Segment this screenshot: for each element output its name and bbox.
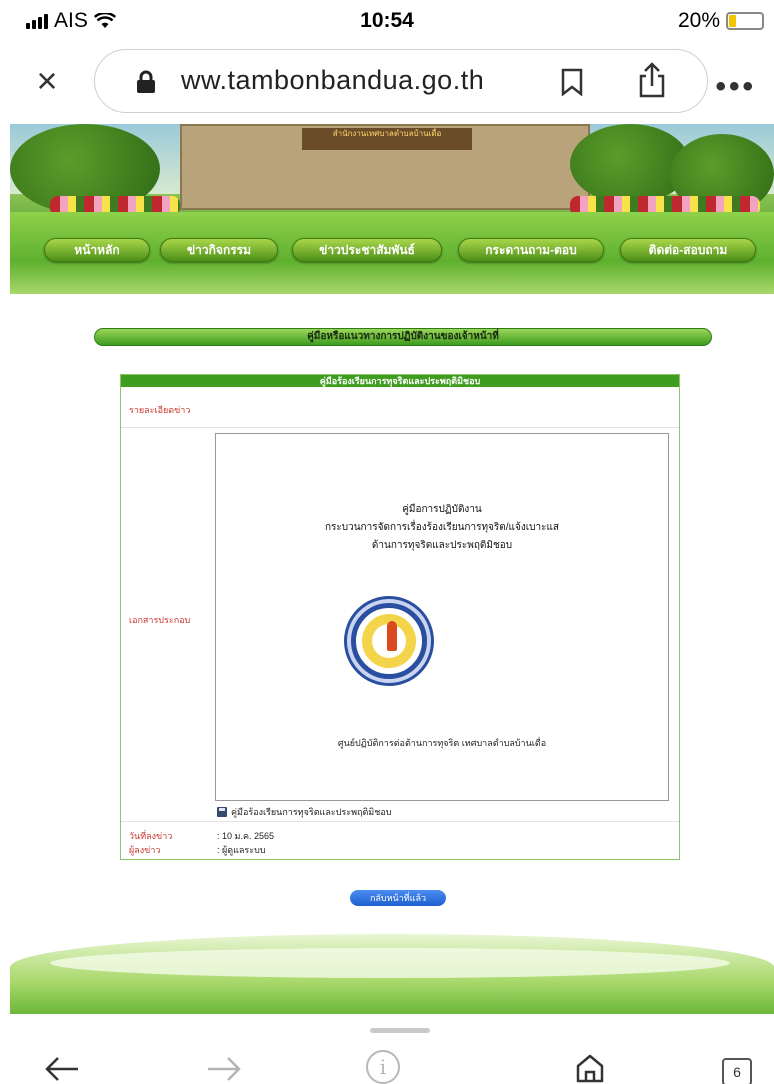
nav-announcements[interactable]: ข่าวประชาสัมพันธ์: [292, 238, 442, 262]
status-bar: AIS 10:54 20%: [0, 0, 774, 42]
site-footer-highlight: [50, 948, 730, 978]
battery-icon: [726, 12, 764, 30]
author-value: : ผู้ดูแลระบบ: [217, 845, 266, 855]
battery-percent: 20%: [677, 9, 720, 32]
section-title: คู่มือหรือแนวทางการปฏิบัติงานของเจ้าหน้า…: [94, 328, 712, 346]
close-icon[interactable]: ×: [30, 63, 64, 99]
attachment-file-name: คู่มือร้องเรียนการทุจริตและประพฤติมิชอบ: [231, 807, 392, 817]
floppy-disk-icon: [217, 807, 227, 817]
nav-home[interactable]: หน้าหลัก: [44, 238, 150, 262]
page-info-icon[interactable]: i: [366, 1050, 400, 1084]
author-label: ผู้ลงข่าว: [129, 845, 161, 855]
site-banner: สำนักงานเทศบาลตำบลบ้านเดื่อ หน้าหลัก ข่า…: [10, 124, 774, 294]
home-icon[interactable]: [574, 1052, 606, 1084]
tabs-count-button[interactable]: 6: [722, 1058, 752, 1084]
toolbar-handle[interactable]: [370, 1028, 430, 1033]
page-content: คู่มือหรือแนวทางการปฏิบัติงานของเจ้าหน้า…: [10, 294, 774, 1014]
more-icon[interactable]: •••: [715, 70, 756, 104]
seal-flame: [387, 621, 397, 651]
document-footer: ศูนย์ปฏิบัติการต่อต้านการทุจริต เทศบาลตำ…: [337, 738, 547, 748]
news-table-title: คู่มือร้องเรียนการทุจริตและประพฤติมิชอบ: [121, 375, 679, 387]
attachment-label: เอกสารประกอบ: [129, 615, 191, 625]
back-arrow-icon[interactable]: [44, 1054, 80, 1084]
municipality-seal-icon: [344, 596, 434, 686]
share-icon[interactable]: [637, 62, 667, 98]
news-table: คู่มือร้องเรียนการทุจริตและประพฤติมิชอบ …: [120, 374, 680, 860]
clock: 10:54: [360, 9, 414, 32]
date-label: วันที่ลงข่าว: [129, 831, 173, 841]
nav-activities[interactable]: ข่าวกิจกรรม: [160, 238, 278, 262]
forward-arrow-icon[interactable]: [206, 1054, 242, 1084]
document-preview[interactable]: คู่มือการปฏิบัติงาน กระบวนการจัดการเรื่อ…: [215, 433, 669, 801]
battery-fill: [729, 15, 736, 27]
nav-contact[interactable]: ติดต่อ-สอบถาม: [620, 238, 756, 262]
status-right: 20%: [678, 9, 764, 33]
attachment-link[interactable]: คู่มือร้องเรียนการทุจริตและประพฤติมิชอบ: [217, 805, 391, 819]
document-line-2: กระบวนการจัดการเรื่องร้องเรียนการทุจริต/…: [324, 522, 560, 533]
url-field[interactable]: ww.tambonbandua.go.th: [94, 49, 708, 113]
row-divider: [121, 821, 679, 822]
nav-qa-board[interactable]: กระดานถาม-ตอบ: [458, 238, 604, 262]
date-value: : 10 ม.ค. 2565: [217, 831, 274, 841]
document-line-3: ด้านการทุจริตและประพฤติมิชอบ: [371, 540, 513, 551]
lock-icon: [137, 70, 155, 93]
url-text: ww.tambonbandua.go.th: [181, 65, 485, 95]
detail-label: รายละเอียดข่าว: [129, 405, 191, 415]
row-divider: [121, 427, 679, 428]
building-sign: สำนักงานเทศบาลตำบลบ้านเดื่อ: [302, 128, 472, 150]
address-bar-row: × ww.tambonbandua.go.th •••: [0, 46, 774, 116]
bookmark-icon[interactable]: [561, 68, 583, 96]
browser-toolbar: i 6: [0, 1014, 774, 1084]
browser-screen: AIS 10:54 20% × ww.tambonbandua.go.th ••…: [0, 0, 774, 1084]
back-button[interactable]: กลับหน้าที่แล้ว: [350, 890, 446, 906]
site-nav: หน้าหลัก ข่าวกิจกรรม ข่าวประชาสัมพันธ์ ก…: [44, 238, 774, 262]
banner-building: สำนักงานเทศบาลตำบลบ้านเดื่อ: [180, 124, 590, 210]
document-line-1: คู่มือการปฏิบัติงาน: [402, 504, 482, 515]
